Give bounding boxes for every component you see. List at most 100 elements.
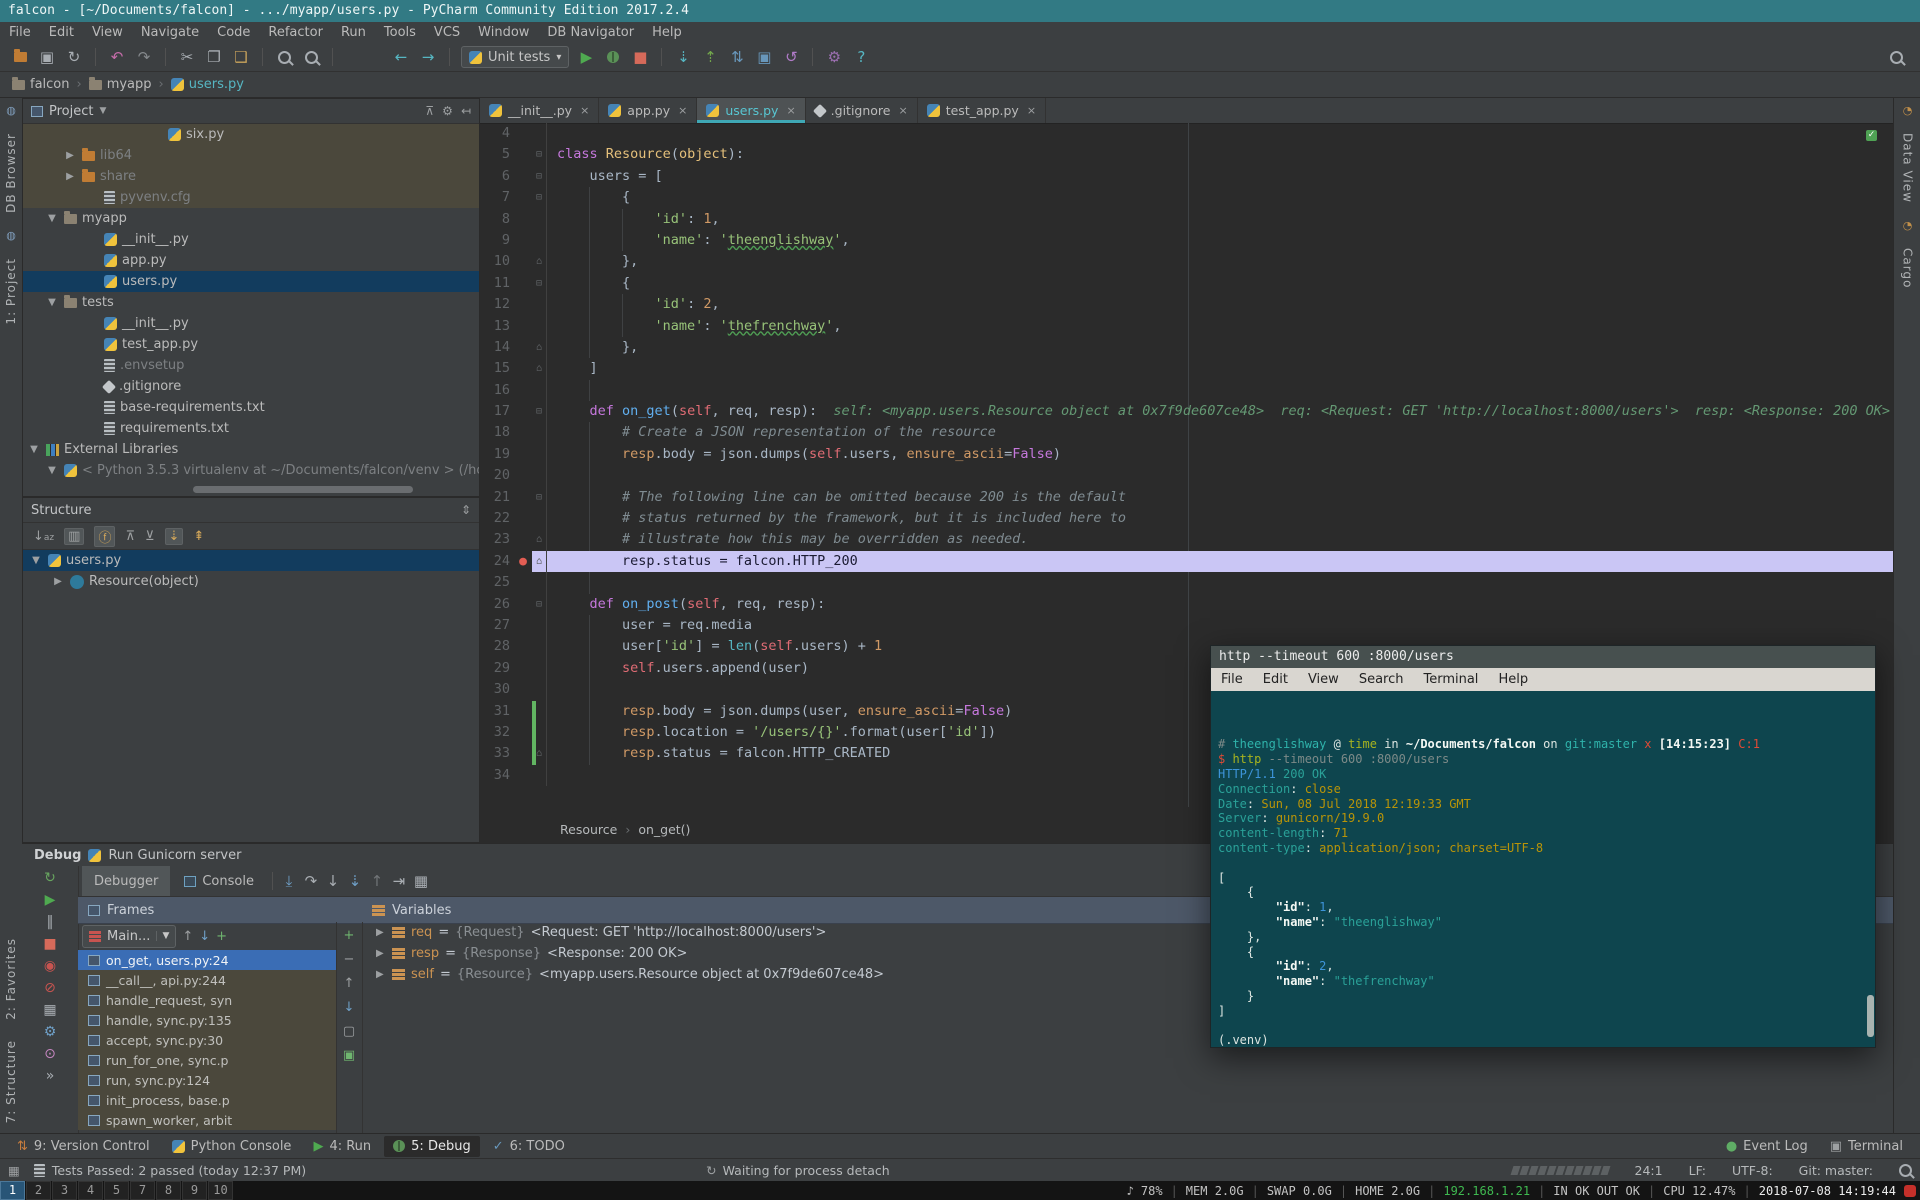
line-number[interactable]: 4 [480, 123, 514, 144]
line-number[interactable]: 22 [480, 508, 514, 529]
structure-item-users-py[interactable]: ▼users.py [23, 550, 479, 571]
tree-toggle-icon[interactable]: ▶ [51, 576, 65, 587]
window-titlebar[interactable]: falcon - [~/Documents/falcon] - .../myap… [0, 0, 1920, 22]
back-icon[interactable]: ← [391, 47, 411, 67]
copy-icon[interactable]: ▢ [343, 1024, 355, 1039]
editor-breadcrumb-on_get[interactable]: on_get() [638, 822, 690, 837]
replace-icon[interactable] [301, 47, 321, 67]
menu-db-navigator[interactable]: DB Navigator [538, 23, 643, 43]
line-number[interactable]: 13 [480, 316, 514, 337]
line-ending-indicator[interactable]: LF: [1689, 1163, 1706, 1178]
line-number[interactable]: 17 [480, 401, 514, 422]
help-icon[interactable]: ? [851, 47, 871, 67]
editor-breadcrumb-Resource[interactable]: Resource [560, 822, 617, 837]
tool-button-db-browser[interactable]: DB Browser [4, 133, 18, 213]
search-icon[interactable] [1899, 1164, 1912, 1177]
expand-variable-icon[interactable]: ▶ [376, 927, 386, 938]
project-item--gitignore[interactable]: .gitignore [23, 376, 479, 397]
line-number[interactable]: 14 [480, 337, 514, 358]
project-item-six-py[interactable]: six.py [23, 124, 479, 145]
project-item-lib64[interactable]: ▶lib64 [23, 145, 479, 166]
menu-file[interactable]: File [0, 23, 40, 43]
gear-icon[interactable]: ⚙ [442, 104, 453, 118]
line-number[interactable]: 15 [480, 358, 514, 379]
stack-frame-run[interactable]: run, sync.py:124 [78, 1070, 336, 1090]
line-number[interactable]: 9 [480, 230, 514, 251]
terminal-menu-edit[interactable]: Edit [1253, 672, 1298, 687]
toolwindow-button-6-todo[interactable]: ✓6: TODO [484, 1136, 574, 1157]
editor-tab-userspy[interactable]: users.py× [697, 98, 805, 123]
copy-icon[interactable]: ❐ [204, 47, 224, 67]
editor-tab-test_apppy[interactable]: test_app.py× [918, 98, 1046, 123]
line-number[interactable]: 20 [480, 465, 514, 486]
menu-window[interactable]: Window [469, 23, 538, 43]
tool-button-2-favorites[interactable]: 2: Favorites [4, 938, 18, 1020]
rerun-icon[interactable]: ↻ [44, 870, 56, 886]
toolwindow-switcher-icon[interactable]: ▦ [8, 1163, 20, 1178]
move-down-icon[interactable]: ↓ [344, 1000, 355, 1015]
editor-tab-__init__py[interactable]: __init__.py× [480, 98, 599, 123]
project-item--python-3-5-3-virtualenv-at-do[interactable]: ▼< Python 3.5.3 virtualenv at ~/Document… [23, 460, 479, 481]
terminal-menu-view[interactable]: View [1298, 672, 1349, 687]
chevron-down-icon[interactable]: ▼ [99, 106, 106, 116]
stack-frame-on_get[interactable]: on_get, users.py:24 [78, 950, 336, 970]
line-number[interactable]: 12 [480, 294, 514, 315]
vcs-update-icon[interactable]: ⇣ [673, 47, 693, 67]
line-number[interactable]: 34 [480, 765, 514, 786]
project-hscrollbar[interactable] [193, 486, 413, 493]
project-item-pyvenv-cfg[interactable]: pyvenv.cfg [23, 187, 479, 208]
inspection-ok-icon[interactable]: ✓ [1866, 130, 1877, 141]
stack-frame-run_for_one[interactable]: run_for_one, sync.p [78, 1050, 336, 1070]
stack-frame-accept[interactable]: accept, sync.py:30 [78, 1030, 336, 1050]
open-icon[interactable] [10, 47, 30, 67]
paste-icon[interactable]: ❑ [231, 47, 251, 67]
menu-tools[interactable]: Tools [375, 23, 425, 43]
stack-frame-handle_request[interactable]: handle_request, syn [78, 990, 336, 1010]
editor-tab-apppy[interactable]: app.py× [599, 98, 697, 123]
line-number[interactable]: 24 [480, 551, 514, 572]
close-tab-icon[interactable]: × [1027, 104, 1036, 117]
workspace-4[interactable]: 4 [78, 1181, 103, 1200]
menu-refactor[interactable]: Refactor [259, 23, 332, 43]
vcs-commit-icon[interactable]: ⇡ [700, 47, 720, 67]
line-number[interactable]: 27 [480, 615, 514, 636]
stop-icon[interactable]: ■ [43, 936, 56, 952]
project-item-__init__-py[interactable]: __init__.py [23, 313, 479, 334]
toolwindow-button-4-run[interactable]: ▶4: Run [304, 1136, 380, 1157]
mute-breakpoints-icon[interactable]: ⊘ [44, 980, 56, 996]
structure-panel-header[interactable]: Structure ⇕ [23, 498, 479, 523]
line-number[interactable]: 33 [480, 743, 514, 764]
menu-code[interactable]: Code [208, 23, 259, 43]
thread-dropdown[interactable]: Main... ▼ [82, 925, 176, 948]
debug-tab-debugger[interactable]: Debugger [82, 866, 170, 896]
breadcrumb-item-userspy[interactable]: users.py [171, 77, 244, 92]
encoding-indicator[interactable]: UTF-8: [1732, 1163, 1773, 1178]
tool-button-1-project[interactable]: 1: Project [4, 258, 18, 325]
workspace-5[interactable]: 5 [104, 1181, 129, 1200]
toolwindow-button-python-console[interactable]: Python Console [163, 1136, 301, 1157]
toolwindow-button-5-debug[interactable]: 5: Debug [384, 1136, 480, 1157]
line-number[interactable]: 11 [480, 273, 514, 294]
line-number[interactable]: 21 [480, 487, 514, 508]
line-number[interactable]: 23 [480, 529, 514, 550]
vcs-compare-icon[interactable]: ⇅ [727, 47, 747, 67]
tree-toggle-icon[interactable]: ▼ [45, 213, 59, 224]
sync-icon[interactable]: ↻ [64, 47, 84, 67]
project-item-tests[interactable]: ▼tests [23, 292, 479, 313]
project-item-users-py[interactable]: users.py [23, 271, 479, 292]
close-tab-icon[interactable]: × [580, 104, 589, 117]
chevron-down-icon[interactable]: ▾ [556, 52, 561, 63]
line-number[interactable]: 10 [480, 251, 514, 272]
expand-variable-icon[interactable]: ▶ [376, 948, 386, 959]
structure-item-resource-object-[interactable]: ▶Resource(object) [23, 571, 479, 592]
line-number[interactable]: 25 [480, 572, 514, 593]
line-number[interactable]: 8 [480, 209, 514, 230]
breadcrumb-item-falcon[interactable]: falcon [12, 77, 70, 92]
terminal-menu-file[interactable]: File [1211, 672, 1253, 687]
stack-frame-spawn_worker[interactable]: spawn_worker, arbit [78, 1110, 336, 1130]
vcs-changes-icon[interactable]: ▣ [754, 47, 774, 67]
remove-watch-icon[interactable]: − [344, 952, 355, 967]
step-into-icon[interactable]: ↓ [323, 871, 343, 891]
expand-variable-icon[interactable]: ▶ [376, 969, 386, 980]
save-all-icon[interactable]: ▣ [37, 47, 57, 67]
